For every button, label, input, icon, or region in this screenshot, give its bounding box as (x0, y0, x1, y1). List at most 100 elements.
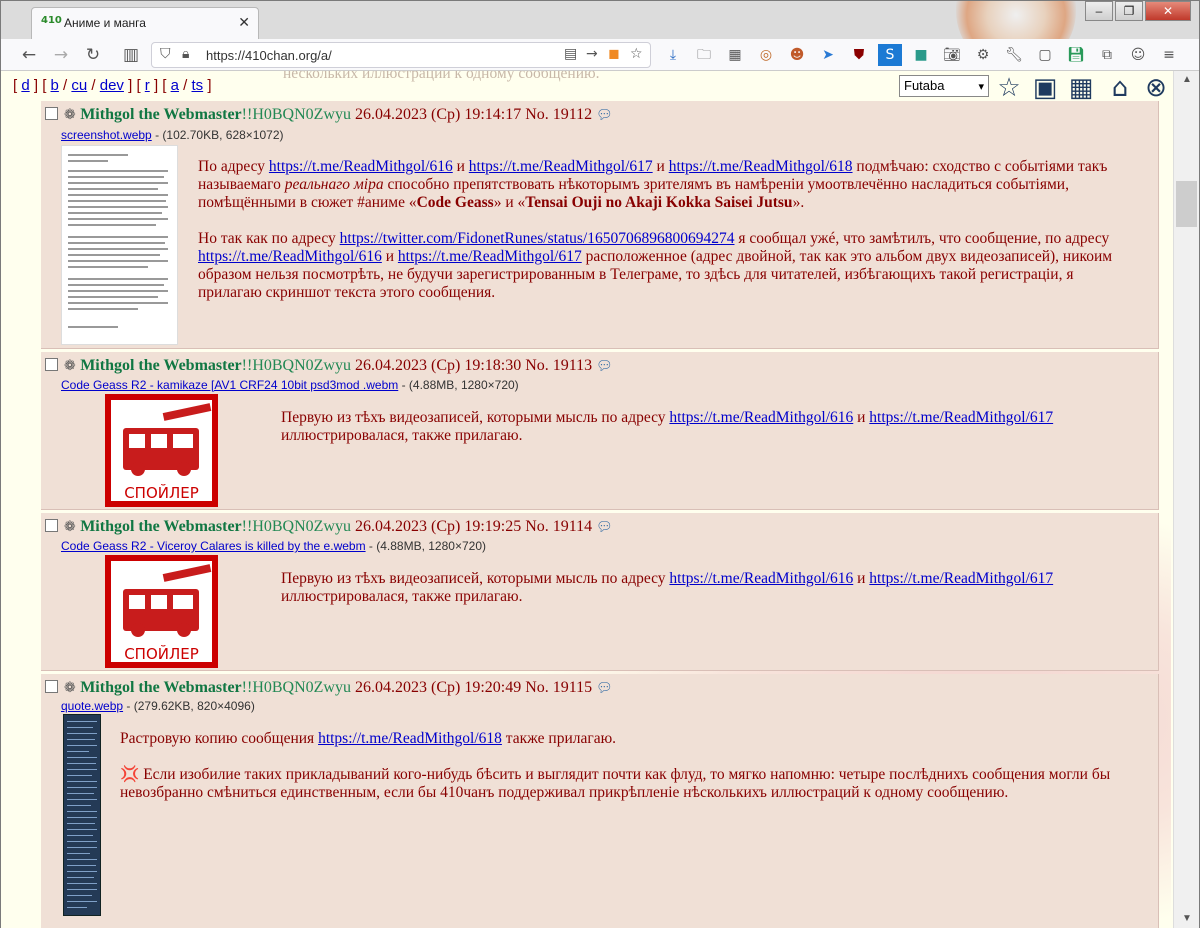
board-link-a[interactable]: a (171, 77, 179, 94)
reply-icon[interactable]: 💬︎ (596, 681, 613, 696)
text: Если изобилие таких прикладываний кого-н… (120, 766, 1111, 801)
text: и (652, 158, 669, 175)
save-page-icon[interactable]: ▣ (1030, 73, 1060, 103)
translate-icon[interactable]: ◎ (754, 44, 778, 66)
scroll-up-arrow-icon[interactable]: ▲ (1174, 71, 1200, 89)
shield-icon[interactable]: ⛉ (160, 46, 171, 62)
reply-icon[interactable]: 💬︎ (596, 359, 613, 374)
link-616[interactable]: https://t.me/ReadMithgol/616 (198, 248, 382, 265)
post-checkbox[interactable] (45, 680, 58, 693)
post-number[interactable]: No. 19114 (525, 518, 592, 535)
board-link-r[interactable]: r (145, 77, 150, 94)
qr-code-icon[interactable]: ▦ (723, 44, 747, 66)
reply-icon[interactable]: 💬︎ (596, 108, 613, 123)
link-twitter[interactable]: https://twitter.com/FidonetRunes/status/… (340, 230, 735, 247)
wrench-icon[interactable]: 🔧︎ (1002, 44, 1026, 66)
monkey-icon[interactable]: ☻ (785, 44, 809, 66)
post-date: 26.04.2023 (Ср) 19:20:49 (354, 679, 522, 696)
text: я сообщал ужé, что замѣтилъ, что сообщен… (734, 230, 1110, 247)
gear-icon[interactable]: ❁ (64, 680, 80, 696)
downloads-icon[interactable]: ⤓ (661, 44, 685, 66)
post-checkbox[interactable] (45, 519, 58, 532)
link-617[interactable]: https://t.me/ReadMithgol/617 (469, 158, 653, 175)
camera-icon[interactable]: 📷︎ (940, 44, 964, 66)
folder-download-icon[interactable]: 🗀 (692, 44, 716, 66)
save-icon[interactable]: 💾︎ (1064, 44, 1088, 66)
gear-icon[interactable]: ❁ (64, 519, 80, 535)
bold-text: Code Geass (416, 194, 494, 211)
vertical-scrollbar[interactable]: ▲ ▼ (1173, 71, 1199, 928)
scrollbar-thumb[interactable] (1176, 181, 1197, 227)
board-link-dev[interactable]: dev (100, 77, 124, 94)
quote-thumbnail[interactable] (63, 714, 101, 916)
grid-icon[interactable]: ▦ (1066, 73, 1096, 103)
address-bar[interactable]: ⛉ 🔒︎ https://410chan.org/a/ ▤ → ◼ ☆ (151, 42, 651, 68)
link-617[interactable]: https://t.me/ReadMithgol/617 (869, 409, 1053, 426)
gear-icon[interactable]: ❁ (64, 107, 80, 123)
options-icon[interactable]: ⊗ (1141, 73, 1171, 103)
url-text[interactable]: https://410chan.org/a/ (206, 48, 332, 63)
reader-view-icon[interactable]: ▤ (564, 46, 577, 62)
link-616[interactable]: https://t.me/ReadMithgol/616 (669, 409, 853, 426)
spoiler-thumbnail[interactable]: СПОЙЛЕР (105, 555, 218, 668)
board-link-cu[interactable]: cu (71, 77, 87, 94)
post-number[interactable]: No. 19115 (525, 679, 592, 696)
spoiler-label: СПОЙЛЕР (124, 484, 199, 502)
ghost-text: нескольких иллюстраций к одному сообщени… (283, 71, 600, 82)
sticky-note-icon[interactable]: ▢ (1033, 44, 1057, 66)
back-button[interactable]: ← (17, 44, 41, 66)
menu-icon[interactable]: ≡ (1157, 44, 1181, 66)
cursor-icon[interactable]: ➤ (816, 44, 840, 66)
post-number[interactable]: No. 19112 (525, 106, 592, 123)
text: и (853, 570, 870, 587)
file-meta: - (4.88MB, 1280×720) (365, 539, 486, 553)
tab-close-icon[interactable]: ✕ (238, 14, 250, 31)
post-checkbox[interactable] (45, 358, 58, 371)
tab-active[interactable]: 410 Аниме и манга ✕ (31, 7, 259, 39)
link-618[interactable]: https://t.me/ReadMithgol/618 (318, 730, 502, 747)
maximize-button[interactable]: ❐ (1115, 1, 1143, 21)
board-link-ts[interactable]: ts (191, 77, 203, 94)
rss-icon[interactable]: ◼ (608, 46, 620, 62)
ublock-icon[interactable]: ⛊ (847, 44, 871, 66)
cube-icon[interactable]: ■ (909, 44, 933, 66)
file-link[interactable]: quote.webp (61, 699, 123, 713)
post-checkbox[interactable] (45, 107, 58, 120)
reload-button[interactable]: ↻ (81, 44, 105, 66)
scroll-down-arrow-icon[interactable]: ▼ (1174, 910, 1200, 928)
gear-icon[interactable]: ⚙ (971, 44, 995, 66)
board-link-d[interactable]: d (21, 77, 29, 94)
reply-icon[interactable]: 💬︎ (596, 520, 613, 535)
sidebar-icon[interactable]: ▥ (119, 44, 143, 66)
home-icon[interactable]: ⌂ (1105, 73, 1135, 103)
style-select[interactable]: Futaba ▾ (899, 75, 989, 97)
link-618[interactable]: https://t.me/ReadMithgol/618 (669, 158, 853, 175)
gear-icon[interactable]: ❁ (64, 358, 80, 374)
account-icon[interactable]: ☺ (1126, 44, 1150, 66)
file-link[interactable]: Code Geass R2 - Viceroy Calares is kille… (61, 539, 366, 553)
screenshot-thumbnail[interactable] (61, 145, 178, 345)
favorites-star-icon[interactable]: ☆ (994, 73, 1024, 103)
post-number[interactable]: No. 19113 (525, 357, 592, 374)
link-617[interactable]: https://t.me/ReadMithgol/617 (869, 570, 1053, 587)
link-617[interactable]: https://t.me/ReadMithgol/617 (398, 248, 582, 265)
close-window-button[interactable]: ✕ (1145, 1, 1191, 21)
file-link[interactable]: Code Geass R2 - kamikaze [AV1 CRF24 10bi… (61, 378, 398, 392)
arrow-right-icon[interactable]: → (586, 46, 598, 62)
board-link-b[interactable]: b (51, 77, 59, 94)
minimize-button[interactable]: – (1085, 1, 1113, 21)
file-meta: - (4.88MB, 1280×720) (398, 378, 519, 392)
lock-icon[interactable]: 🔒︎ (182, 46, 189, 62)
spoiler-thumbnail[interactable]: СПОЙЛЕР (105, 394, 218, 507)
link-616[interactable]: https://t.me/ReadMithgol/616 (669, 570, 853, 587)
post-19115: ❁ Mithgol the Webmaster!!H0BQN0Zwyu 26.0… (41, 674, 1159, 928)
bookmark-star-icon[interactable]: ☆ (630, 46, 643, 62)
skype-icon[interactable]: S (878, 44, 902, 66)
forward-button[interactable]: → (49, 44, 73, 66)
file-link[interactable]: screenshot.webp (61, 128, 152, 142)
text: Первую из тѣхъ видеозаписей, которыми мы… (281, 570, 670, 587)
text: Первую из тѣхъ видеозаписей, которыми мы… (281, 409, 670, 426)
extensions-icon[interactable]: ⧉ (1095, 44, 1119, 66)
post-date: 26.04.2023 (Ср) 19:14:17 (354, 106, 522, 123)
link-616[interactable]: https://t.me/ReadMithgol/616 (269, 158, 453, 175)
